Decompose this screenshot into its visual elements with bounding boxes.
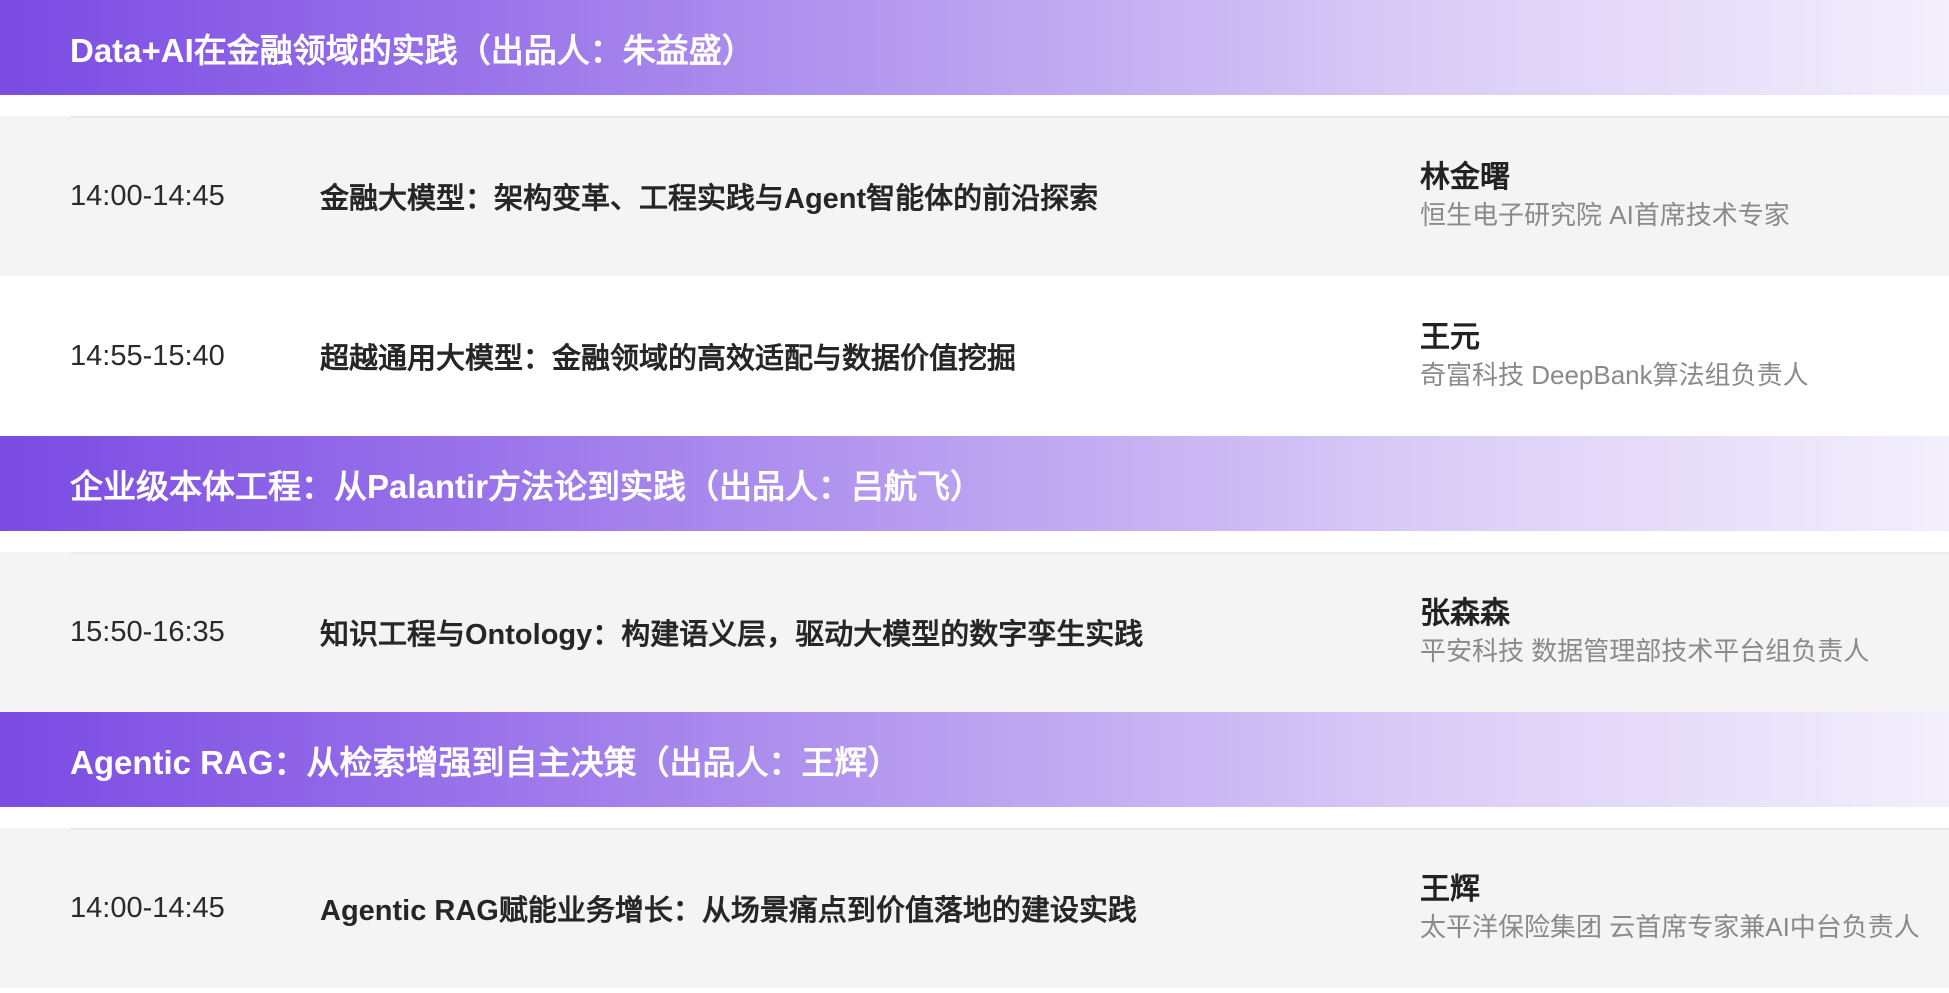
track-header: Agentic RAG：从检索增强到自主决策（出品人：王辉）: [0, 712, 1949, 807]
session-time: 15:50-16:35: [70, 615, 225, 648]
speaker-info: 张森森 平安科技 数据管理部技术平台组负责人: [1420, 595, 1869, 669]
track-title: 企业级本体工程：从Palantir方法论到实践（出品人：吕航飞）: [70, 467, 984, 505]
session-title: 知识工程与Ontology：构建语义层，驱动大模型的数字孪生实践: [320, 619, 1144, 651]
track-header: 企业级本体工程：从Palantir方法论到实践（出品人：吕航飞）: [0, 436, 1949, 531]
session-row: 15:50-16:35 知识工程与Ontology：构建语义层，驱动大模型的数字…: [0, 552, 1949, 712]
track-title: Data+AI在金融领域的实践（出品人：朱益盛）: [70, 31, 755, 69]
session-title: 超越通用大模型：金融领域的高效适配与数据价值挖掘: [320, 343, 1017, 375]
session-row: 14:00-14:45 金融大模型：架构变革、工程实践与Agent智能体的前沿探…: [0, 116, 1949, 276]
speaker-name: 王辉: [1420, 873, 1480, 906]
speaker-role: 平安科技 数据管理部技术平台组负责人: [1420, 636, 1870, 666]
speaker-role: 奇富科技 DeepBank算法组负责人: [1420, 360, 1809, 390]
track-spacer: [0, 807, 1949, 828]
track-spacer: [0, 531, 1949, 552]
track-header: Data+AI在金融领域的实践（出品人：朱益盛）: [0, 0, 1949, 95]
session-title: Agentic RAG赋能业务增长：从场景痛点到价值落地的建设实践: [320, 895, 1137, 927]
session-row: 14:00-14:45 Agentic RAG赋能业务增长：从场景痛点到价值落地…: [0, 828, 1949, 988]
session-time: 14:00-14:45: [70, 179, 225, 212]
session-time: 14:55-15:40: [70, 339, 225, 372]
speaker-name: 林金曙: [1420, 161, 1510, 194]
speaker-role: 太平洋保险集团 云首席专家兼AI中台负责人: [1420, 912, 1920, 942]
track-spacer: [0, 95, 1949, 116]
speaker-role: 恒生电子研究院 AI首席技术专家: [1420, 200, 1790, 230]
speaker-info: 王辉 太平洋保险集团 云首席专家兼AI中台负责人: [1420, 871, 1920, 945]
speaker-info: 王元 奇富科技 DeepBank算法组负责人: [1420, 319, 1809, 393]
track-title: Agentic RAG：从检索增强到自主决策（出品人：王辉）: [70, 743, 901, 781]
speaker-info: 林金曙 恒生电子研究院 AI首席技术专家: [1420, 159, 1790, 233]
session-title: 金融大模型：架构变革、工程实践与Agent智能体的前沿探索: [320, 183, 1099, 215]
session-row: 14:55-15:40 超越通用大模型：金融领域的高效适配与数据价值挖掘 王元 …: [0, 276, 1949, 436]
conference-schedule: Data+AI在金融领域的实践（出品人：朱益盛） 14:00-14:45 金融大…: [0, 0, 1949, 988]
session-time: 14:00-14:45: [70, 891, 225, 924]
speaker-name: 王元: [1420, 321, 1480, 354]
speaker-name: 张森森: [1420, 597, 1510, 630]
